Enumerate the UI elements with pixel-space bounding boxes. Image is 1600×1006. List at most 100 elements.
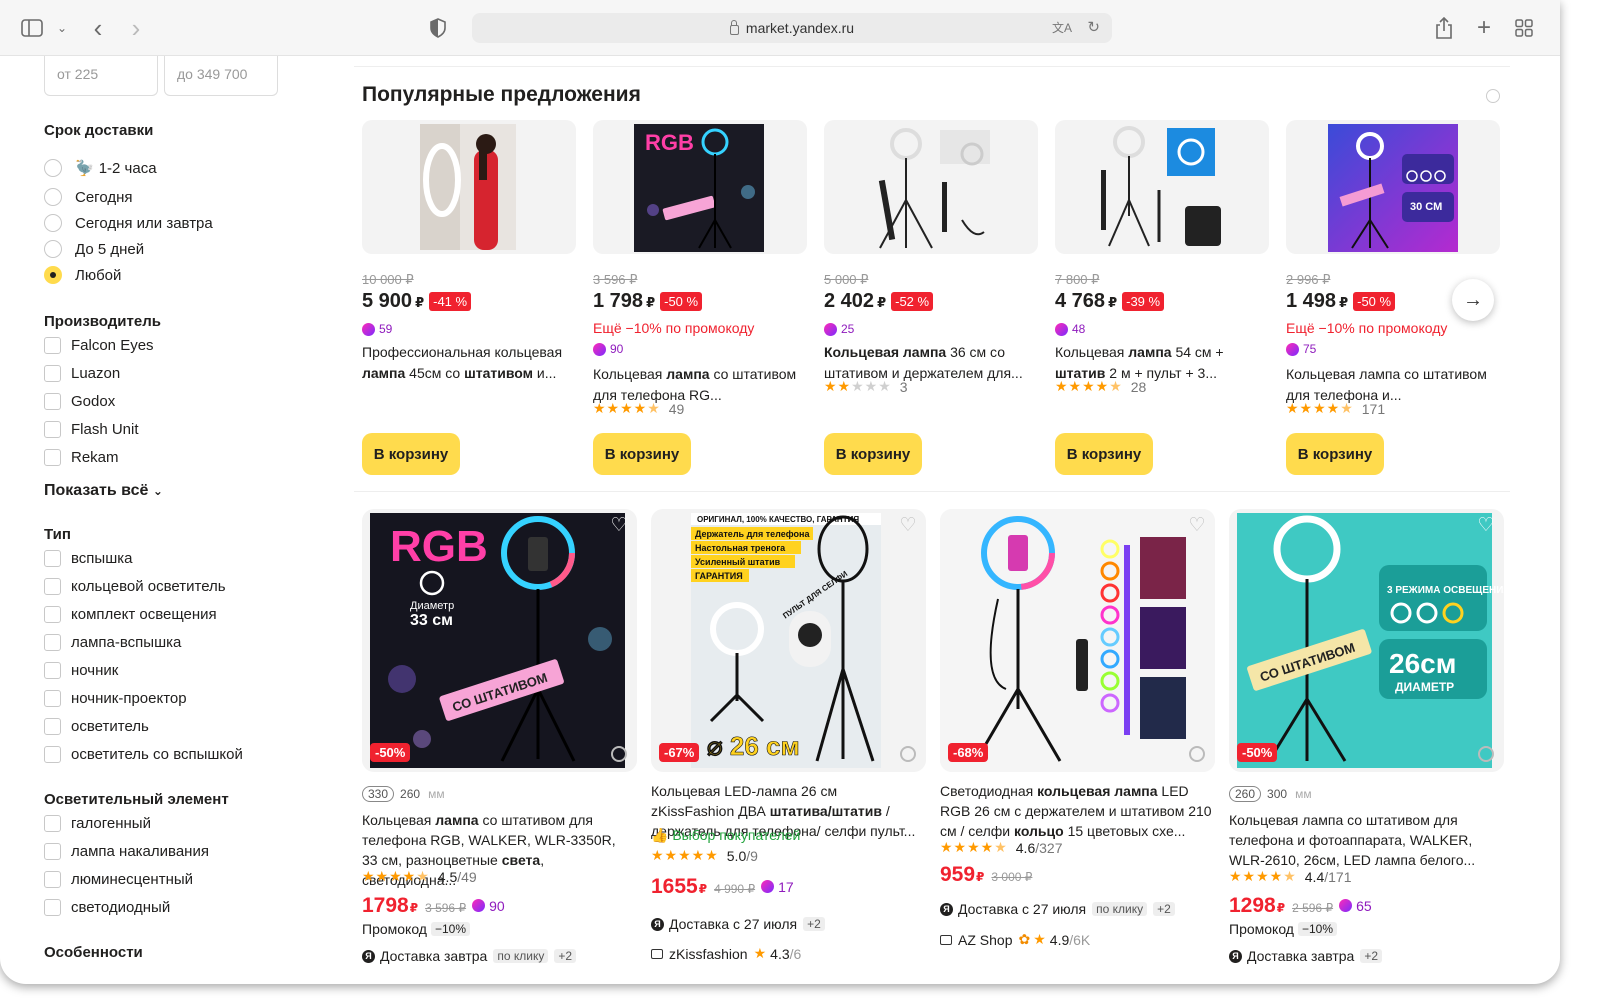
checkbox[interactable] (44, 393, 61, 410)
product-thumbnail[interactable]: 30 СМ (1286, 120, 1500, 254)
manufacturer-option[interactable]: Godox (44, 393, 115, 410)
light-element-option[interactable]: галогенный (44, 815, 151, 832)
shop-name[interactable]: zKissfashion (669, 946, 748, 962)
popular-card[interactable]: RGB 3 596 ₽ 1 798 ₽ -50 % Ещё −10% по про… (593, 120, 807, 480)
delivery-option[interactable]: 🦤 1-2 часа (44, 159, 157, 177)
size-option[interactable]: 300 (1267, 787, 1287, 801)
favorite-heart-icon[interactable]: ♡ (1187, 516, 1207, 535)
product-card[interactable]: RGB Диаметр 33 см СО ШТАТИВОМ ♡ -50% 330… (362, 501, 637, 981)
checkbox[interactable] (44, 662, 61, 679)
type-option[interactable]: вспышка (44, 550, 132, 567)
checkbox[interactable] (44, 871, 61, 888)
product-image[interactable]: 3 РЕЖИМА ОСВЕЩЕНИЯ 26см ДИАМЕТР СО ШТАТИ… (1229, 509, 1504, 772)
price-from-input[interactable]: от 225 (44, 56, 158, 96)
radio[interactable] (44, 240, 62, 258)
share-icon[interactable] (1432, 16, 1456, 40)
type-option[interactable]: кольцевой осветитель (44, 578, 226, 595)
delivery-more[interactable]: +2 (1153, 902, 1175, 916)
type-option[interactable]: ночник-проектор (44, 690, 187, 707)
light-element-option[interactable]: люминесцентный (44, 871, 193, 888)
show-all-button[interactable]: Показать всё ⌄ (44, 482, 163, 500)
add-to-cart-button[interactable]: В корзину (1055, 433, 1153, 475)
type-option[interactable]: осветитель со вспышкой (44, 746, 243, 763)
shop-name[interactable]: AZ Shop (958, 932, 1012, 948)
delivery-more[interactable]: +2 (803, 917, 825, 931)
product-title[interactable]: Светодиодная кольцевая лампа LED RGB 26 … (940, 781, 1212, 841)
address-bar[interactable]: market.yandex.ru 文A ↻ (472, 13, 1112, 43)
type-option[interactable]: осветитель (44, 718, 149, 735)
checkbox[interactable] (44, 899, 61, 916)
tab-overview-icon[interactable] (1512, 16, 1536, 40)
info-icon[interactable] (1486, 89, 1500, 103)
light-element-option[interactable]: светодиодный (44, 899, 170, 916)
checkbox[interactable] (44, 365, 61, 382)
checkbox[interactable] (44, 690, 61, 707)
forward-icon[interactable]: › (124, 13, 148, 43)
chevron-down-icon[interactable]: ⌄ (50, 16, 74, 40)
product-title[interactable]: Профессиональная кольцевая лампа 45см со… (362, 342, 576, 384)
product-thumbnail[interactable] (824, 120, 1038, 254)
privacy-shield-icon[interactable] (426, 16, 450, 40)
delivery-option[interactable]: До 5 дней (44, 240, 144, 258)
radio[interactable] (44, 159, 62, 177)
checkbox[interactable] (44, 746, 61, 763)
add-to-cart-button[interactable]: В корзину (593, 433, 691, 475)
product-card[interactable]: ♡ -68% Светодиодная кольцевая лампа LED … (940, 501, 1215, 981)
radio-selected[interactable] (44, 266, 62, 284)
carousel-next-button[interactable]: → (1452, 279, 1494, 321)
compare-icon[interactable] (611, 746, 627, 762)
delivery-option-selected[interactable]: Любой (44, 266, 121, 284)
sidebar-toggle-icon[interactable] (20, 16, 44, 40)
new-tab-icon[interactable]: + (1472, 14, 1496, 41)
translate-icon[interactable]: 文A (1052, 19, 1072, 36)
favorite-heart-icon[interactable]: ♡ (609, 516, 629, 535)
delivery-option[interactable]: Сегодня или завтра (44, 214, 213, 232)
checkbox[interactable] (44, 337, 61, 354)
radio[interactable] (44, 214, 62, 232)
add-to-cart-button[interactable]: В корзину (824, 433, 922, 475)
favorite-heart-icon[interactable]: ♡ (898, 516, 918, 535)
product-image[interactable]: ОРИГИНАЛ, 100% КАЧЕСТВО, ГАРАНТИЯ Держат… (651, 509, 926, 772)
checkbox[interactable] (44, 550, 61, 567)
type-option[interactable]: лампа-вспышка (44, 634, 181, 651)
size-option-selected[interactable]: 330 (362, 786, 395, 802)
manufacturer-option[interactable]: Flash Unit (44, 421, 139, 438)
manufacturer-option[interactable]: Rekam (44, 449, 119, 466)
light-element-option[interactable]: лампа накаливания (44, 843, 209, 860)
type-option[interactable]: ночник (44, 662, 118, 679)
product-title[interactable]: Кольцевая лампа со штативом для телефона… (1229, 810, 1501, 870)
size-option-selected[interactable]: 260 (1229, 786, 1262, 802)
checkbox[interactable] (44, 449, 61, 466)
delivery-more[interactable]: +2 (554, 949, 577, 963)
product-image[interactable]: ♡ -68% (940, 509, 1215, 772)
product-card[interactable]: 3 РЕЖИМА ОСВЕЩЕНИЯ 26см ДИАМЕТР СО ШТАТИ… (1229, 501, 1504, 981)
compare-icon[interactable] (1189, 746, 1205, 762)
popular-card[interactable]: 10 000 ₽ 5 900 ₽ -41 % 59 Профессиональна… (362, 120, 576, 480)
back-icon[interactable]: ‹ (86, 13, 110, 43)
popular-card[interactable]: 5 000 ₽ 2 402 ₽ -52 % 25 Кольцевая лампа … (824, 120, 1038, 480)
checkbox[interactable] (44, 606, 61, 623)
radio[interactable] (44, 188, 62, 206)
favorite-heart-icon[interactable]: ♡ (1476, 516, 1496, 535)
manufacturer-option[interactable]: Luazon (44, 365, 120, 382)
add-to-cart-button[interactable]: В корзину (1286, 433, 1384, 475)
compare-icon[interactable] (1478, 746, 1494, 762)
product-thumbnail[interactable] (362, 120, 576, 254)
type-option[interactable]: комплект освещения (44, 606, 217, 623)
shop-row[interactable]: zKissfashion ★ 4.3/6 (651, 945, 801, 962)
add-to-cart-button[interactable]: В корзину (362, 433, 460, 475)
delivery-option[interactable]: Сегодня (44, 188, 133, 206)
checkbox[interactable] (44, 578, 61, 595)
popular-card[interactable]: 7 800 ₽ 4 768 ₽ -39 % 48 Кольцевая лампа … (1055, 120, 1269, 480)
product-thumbnail[interactable] (1055, 120, 1269, 254)
checkbox[interactable] (44, 815, 61, 832)
checkbox[interactable] (44, 421, 61, 438)
checkbox[interactable] (44, 843, 61, 860)
compare-icon[interactable] (900, 746, 916, 762)
manufacturer-option[interactable]: Falcon Eyes (44, 337, 154, 354)
delivery-more[interactable]: +2 (1360, 949, 1383, 963)
shop-row[interactable]: AZ Shop ✿ ★ 4.9/6K (940, 931, 1090, 948)
checkbox[interactable] (44, 634, 61, 651)
size-option[interactable]: 260 (400, 787, 420, 801)
product-card[interactable]: ОРИГИНАЛ, 100% КАЧЕСТВО, ГАРАНТИЯ Держат… (651, 501, 926, 981)
